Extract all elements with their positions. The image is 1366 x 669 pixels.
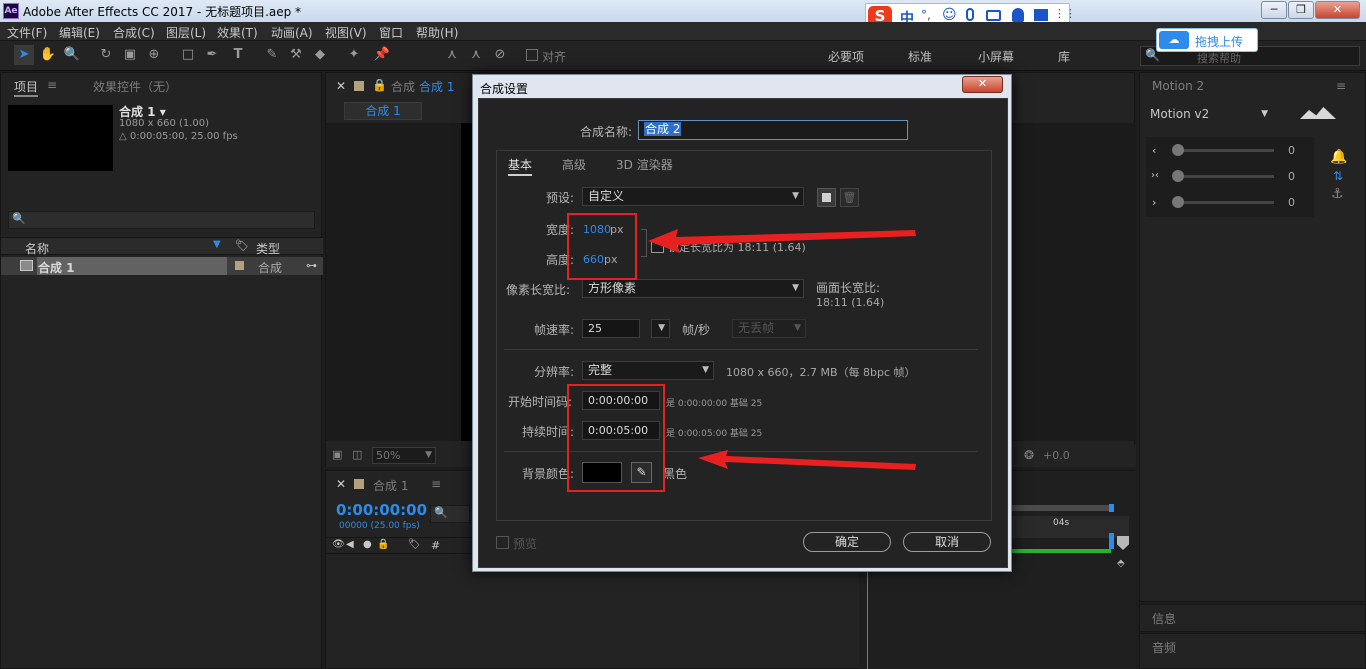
- annotation-arrow-dimensions: [648, 229, 916, 253]
- annotation-arrow-background: [698, 450, 916, 470]
- annotation-arrows: [648, 229, 916, 470]
